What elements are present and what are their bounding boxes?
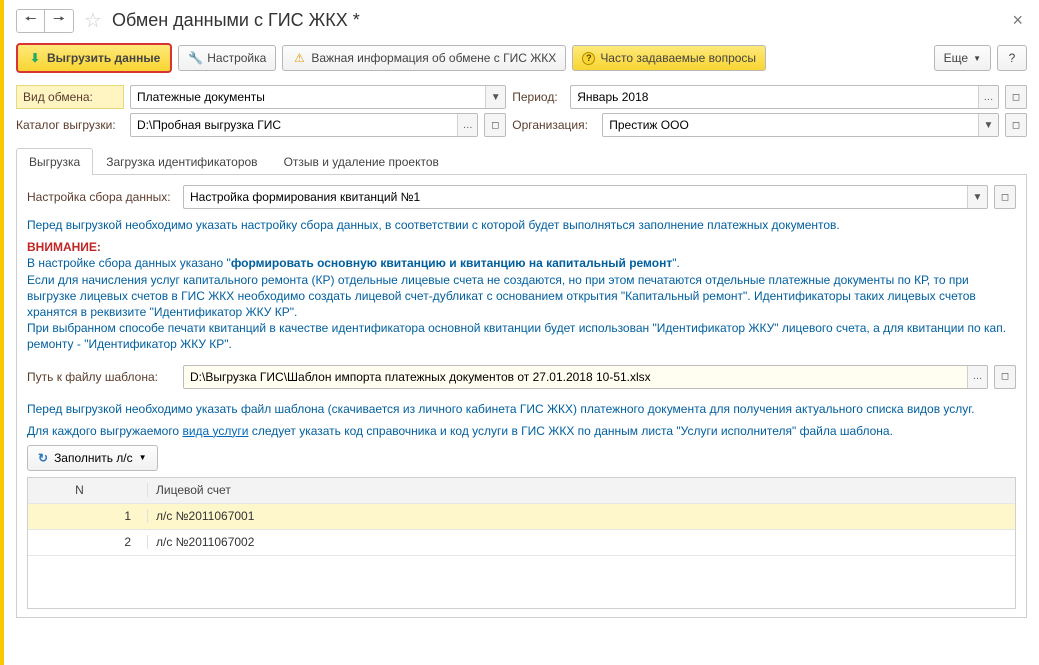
org-open-icon[interactable]: ◻ [1005,113,1027,137]
msg2c: ". [672,256,680,270]
exchange-dropdown-icon[interactable]: ▼ [485,86,505,108]
msg2a: В настройке сбора данных указано " [27,256,231,270]
tab-load-ids[interactable]: Загрузка идентификаторов [93,148,270,175]
col-ls-header[interactable]: Лицевой счет [148,483,1015,497]
tab-recall[interactable]: Отзыв и удаление проектов [271,148,452,175]
msg-warning-block: ВНИМАНИЕ: В настройке сбора данных указа… [27,239,1016,352]
service-type-link[interactable]: вида услуги [182,424,248,438]
fill-accounts-button[interactable]: ↻ Заполнить л/с ▼ [27,445,158,471]
collect-label: Настройка сбора данных: [27,188,177,206]
exchange-label: Вид обмена: [16,85,124,109]
table-empty-space [28,556,1015,608]
help-button[interactable]: ? [997,45,1027,71]
more-button[interactable]: Еще ▼ [934,45,991,71]
nav-group: 🠔 🠖 [16,9,74,33]
msg-pre-export: Перед выгрузкой необходимо указать настр… [27,217,1016,233]
question-icon: ? [582,52,595,65]
msg-service-kind: Для каждого выгружаемого вида услуги сле… [27,423,1016,439]
template-field[interactable]: … [183,365,988,389]
msg6a: Для каждого выгружаемого [27,424,182,438]
collect-input[interactable] [184,186,967,208]
table-row[interactable]: 2 л/с №2011067002 [28,530,1015,556]
cell-ls: л/с №2011067002 [148,535,1015,549]
cell-ls: л/с №2011067001 [148,509,1015,523]
more-label: Еще [944,51,968,65]
table-header: N Лицевой счет [28,478,1015,504]
tab-content: Настройка сбора данных: ▼ ◻ Перед выгруз… [16,175,1027,618]
template-open-icon[interactable]: ◻ [994,365,1016,389]
msg2b: формировать основную квитанцию и квитанц… [231,256,672,270]
catalog-label: Каталог выгрузки: [16,116,124,134]
period-more-icon[interactable]: … [978,86,998,108]
template-more-icon[interactable]: … [967,366,987,388]
faq-label: Часто задаваемые вопросы [600,51,756,65]
wrench-icon: 🔧 [188,51,202,65]
msg3: Если для начисления услуг капитального р… [27,273,976,319]
catalog-field[interactable]: … [130,113,478,137]
info-label: Важная информация об обмене с ГИС ЖКХ [311,51,556,65]
period-label: Период: [512,88,564,106]
chevron-down-icon: ▼ [973,54,981,63]
refresh-icon: ↻ [38,451,48,465]
org-field[interactable]: ▼ [602,113,999,137]
org-label: Организация: [512,116,596,134]
cell-n: 1 [28,509,148,523]
export-icon: ⬇ [28,51,42,65]
chevron-down-icon: ▼ [139,453,147,462]
tabs: Выгрузка Загрузка идентификаторов Отзыв … [16,147,1027,175]
catalog-open-icon[interactable]: ◻ [484,113,506,137]
window-header: 🠔 🠖 ☆ Обмен данными с ГИС ЖКХ * × [4,0,1039,39]
settings-button[interactable]: 🔧 Настройка [178,45,276,71]
faq-button[interactable]: ? Часто задаваемые вопросы [572,45,766,71]
org-dropdown-icon[interactable]: ▼ [978,114,998,136]
period-field[interactable]: … [570,85,999,109]
collect-field[interactable]: ▼ [183,185,988,209]
msg4: При выбранном способе печати квитанций в… [27,321,1006,351]
template-label: Путь к файлу шаблона: [27,368,177,386]
warning-icon: ⚠ [292,51,306,65]
org-input[interactable] [603,114,978,136]
tab-export[interactable]: Выгрузка [16,148,93,175]
template-input[interactable] [184,366,967,388]
cell-n: 2 [28,535,148,549]
accounts-table: N Лицевой счет 1 л/с №2011067001 2 л/с №… [27,477,1016,609]
exchange-select[interactable]: ▼ [130,85,506,109]
col-n-header[interactable]: N [28,483,148,497]
catalog-more-icon[interactable]: … [457,114,477,136]
page-title: Обмен данными с ГИС ЖКХ * [112,10,360,31]
export-label: Выгрузить данные [47,51,160,65]
collect-open-icon[interactable]: ◻ [994,185,1016,209]
warning-heading: ВНИМАНИЕ: [27,240,101,254]
back-button[interactable]: 🠔 [17,10,45,32]
close-icon[interactable]: × [1008,10,1027,31]
settings-label: Настройка [207,51,266,65]
collect-dropdown-icon[interactable]: ▼ [967,186,987,208]
catalog-input[interactable] [131,114,457,136]
table-row[interactable]: 1 л/с №2011067001 [28,504,1015,530]
forward-button[interactable]: 🠖 [45,10,73,32]
favorite-icon[interactable]: ☆ [84,8,102,33]
fill-label: Заполнить л/с [54,451,133,465]
toolbar: ⬇ Выгрузить данные 🔧 Настройка ⚠ Важная … [4,39,1039,83]
msg6b: следует указать код справочника и код ус… [249,424,893,438]
period-input[interactable] [571,86,978,108]
exchange-input[interactable] [131,86,485,108]
info-button[interactable]: ⚠ Важная информация об обмене с ГИС ЖКХ [282,45,566,71]
export-button[interactable]: ⬇ Выгрузить данные [16,43,172,73]
period-open-icon[interactable]: ◻ [1005,85,1027,109]
msg-template: Перед выгрузкой необходимо указать файл … [27,401,1016,417]
